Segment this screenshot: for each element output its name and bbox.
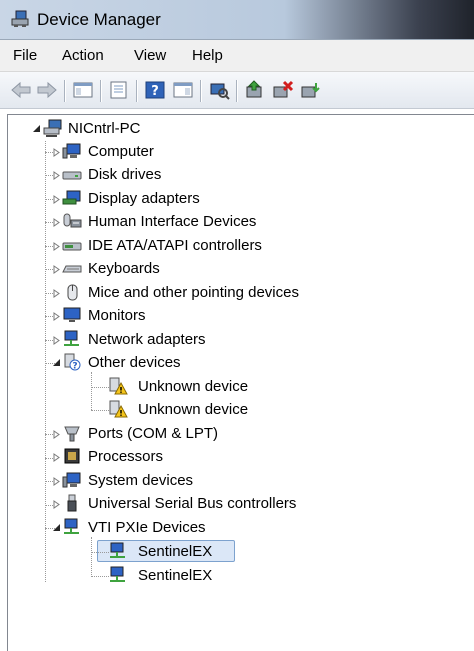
action-pane-icon[interactable] — [172, 80, 194, 100]
computer-pc-icon — [43, 119, 62, 137]
tree-item-label: Unknown device — [138, 401, 249, 418]
unknown-device-warning-icon — [109, 377, 128, 395]
window-title: Device Manager — [37, 10, 161, 29]
menu-help[interactable]: Help — [192, 47, 223, 64]
back-arrow-icon[interactable] — [10, 80, 32, 100]
tree-item-label: Network adapters — [88, 331, 206, 348]
update-driver-icon[interactable] — [244, 80, 266, 100]
expand-arrow-icon[interactable] — [52, 195, 61, 204]
tree-item-keyboards[interactable]: Keyboards — [52, 258, 352, 280]
scan-hardware-icon[interactable] — [208, 80, 230, 100]
tree-item-label: Other devices — [88, 354, 181, 371]
keyboard-icon — [62, 265, 82, 273]
tree-item-label: Monitors — [88, 307, 146, 324]
expand-arrow-icon[interactable] — [52, 477, 61, 486]
mouse-icon — [67, 284, 78, 301]
tree-item-disk-drives[interactable]: Disk drives — [52, 164, 352, 186]
expand-arrow-icon[interactable] — [52, 148, 61, 157]
monitor-icon — [63, 307, 81, 322]
expand-arrow-icon[interactable] — [52, 289, 61, 298]
tree-item-label: Disk drives — [88, 166, 162, 183]
tree-item-label: Human Interface Devices — [88, 213, 257, 230]
tree-item-ports[interactable]: Ports (COM & LPT) — [52, 423, 352, 445]
tree-item-sentinelex[interactable]: SentinelEX — [104, 565, 244, 587]
pxie-device-icon — [110, 542, 125, 558]
tree-item-monitors[interactable]: Monitors — [52, 305, 352, 327]
svg-text:?: ? — [151, 84, 159, 99]
tree-item-processors[interactable]: Processors — [52, 446, 352, 468]
pxie-device-icon — [110, 566, 125, 582]
svg-text:?: ? — [72, 362, 77, 372]
tree-item-label: Unknown device — [138, 378, 249, 395]
tree-item-computer[interactable]: Computer — [52, 141, 352, 163]
properties-icon[interactable] — [108, 80, 130, 100]
collapse-arrow-icon[interactable] — [52, 358, 61, 367]
tree-root-node[interactable]: NICntrl-PC — [30, 118, 280, 140]
expand-arrow-icon[interactable] — [52, 218, 61, 227]
usb-icon — [67, 494, 77, 512]
tree-item-label: Processors — [88, 448, 164, 465]
collapse-arrow-icon[interactable] — [52, 523, 61, 532]
uninstall-device-icon[interactable] — [300, 80, 322, 100]
toolbar: ? — [0, 72, 474, 109]
pxie-device-icon — [64, 518, 79, 534]
system-device-icon — [62, 472, 81, 488]
unknown-device-warning-icon — [109, 400, 128, 418]
disable-device-icon[interactable] — [272, 80, 294, 100]
expand-arrow-icon[interactable] — [52, 265, 61, 274]
tree-item-label: Computer — [88, 143, 154, 160]
help-icon[interactable]: ? — [144, 80, 166, 100]
tree-item-label: Ports (COM & LPT) — [88, 425, 219, 442]
tree-item-usb-controllers[interactable]: Universal Serial Bus controllers — [52, 493, 412, 515]
ide-controller-icon — [62, 242, 82, 251]
tree-item-label: Display adapters — [88, 190, 200, 207]
tree-item-display-adapters[interactable]: Display adapters — [52, 188, 352, 210]
tree-item-label: SentinelEX — [138, 567, 213, 584]
tree-item-label: IDE ATA/ATAPI controllers — [88, 237, 262, 254]
menu-file[interactable]: File — [13, 47, 37, 64]
menu-view[interactable]: View — [134, 47, 166, 64]
tree-item-label: SentinelEX — [138, 543, 213, 560]
tree-item-label: Mice and other pointing devices — [88, 284, 299, 301]
tree-item-human-interface-devices[interactable]: Human Interface Devices — [52, 211, 382, 233]
tree-item-vti-pxie-devices[interactable]: VTI PXIe Devices — [52, 517, 352, 539]
show-hide-console-tree-icon[interactable] — [72, 80, 94, 100]
expand-arrow-icon[interactable] — [52, 171, 61, 180]
collapse-arrow-icon[interactable] — [32, 124, 41, 133]
disk-drive-icon — [62, 171, 82, 180]
tree-item-sentinelex-selected[interactable]: SentinelEX — [104, 541, 244, 563]
expand-arrow-icon[interactable] — [52, 312, 61, 321]
tree-item-other-devices[interactable]: ? Other devices — [52, 352, 352, 374]
tree-item-label: Universal Serial Bus controllers — [88, 495, 297, 512]
other-devices-icon: ? — [64, 353, 81, 372]
menu-bar: File Action View Help — [0, 40, 474, 72]
device-manager-icon — [11, 10, 29, 27]
hid-icon — [63, 213, 82, 228]
display-adapter-icon — [62, 190, 81, 205]
title-bar[interactable]: Device Manager — [0, 0, 474, 40]
forward-arrow-icon[interactable] — [36, 80, 58, 100]
tree-item-label: Keyboards — [88, 260, 160, 277]
computer-icon — [62, 143, 81, 159]
port-icon — [64, 426, 80, 442]
expand-arrow-icon[interactable] — [52, 242, 61, 251]
network-adapter-icon — [64, 330, 79, 346]
expand-arrow-icon[interactable] — [52, 453, 61, 462]
tree-root-label: NICntrl-PC — [68, 120, 141, 137]
tree-item-mice[interactable]: Mice and other pointing devices — [52, 282, 392, 304]
processor-icon — [64, 448, 80, 464]
tree-item-network-adapters[interactable]: Network adapters — [52, 329, 352, 351]
tree-item-label: VTI PXIe Devices — [88, 519, 206, 536]
tree-item-ide-controllers[interactable]: IDE ATA/ATAPI controllers — [52, 235, 382, 257]
tree-item-label: System devices — [88, 472, 194, 489]
expand-arrow-icon[interactable] — [52, 336, 61, 345]
menu-action[interactable]: Action — [62, 47, 104, 64]
expand-arrow-icon[interactable] — [52, 430, 61, 439]
expand-arrow-icon[interactable] — [52, 500, 61, 509]
tree-item-system-devices[interactable]: System devices — [52, 470, 352, 492]
tree-item-unknown-device-2[interactable]: Unknown device — [104, 399, 324, 421]
tree-item-unknown-device-1[interactable]: Unknown device — [104, 376, 324, 398]
